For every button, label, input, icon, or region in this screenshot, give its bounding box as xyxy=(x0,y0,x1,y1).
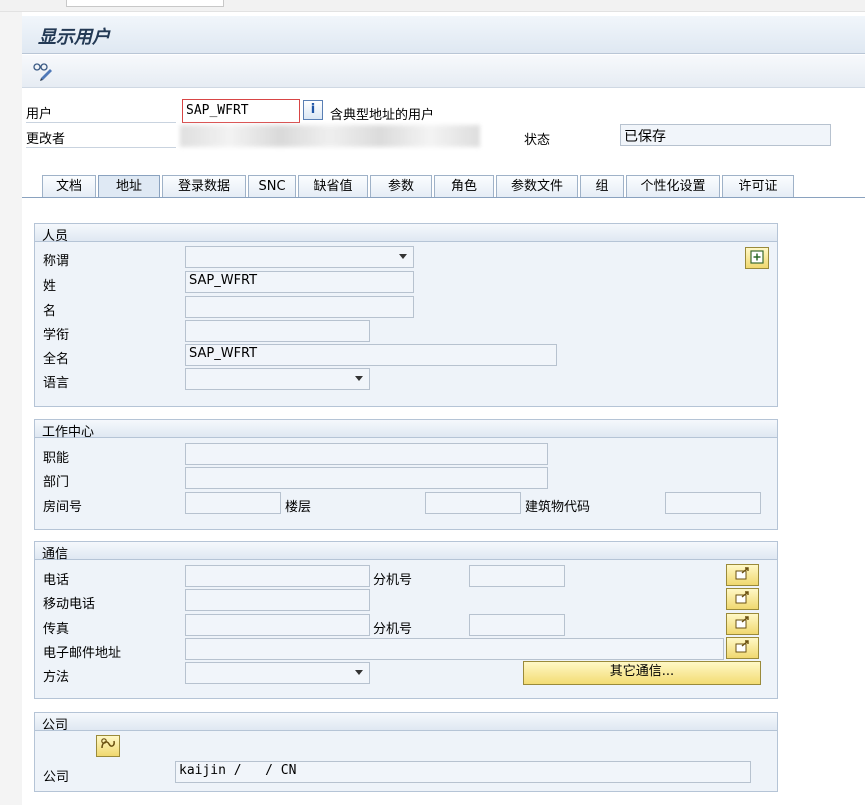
application-toolbar xyxy=(22,55,865,88)
full-name-field: SAP_WFRT xyxy=(185,344,557,366)
first-name-label: 名 xyxy=(43,304,57,319)
page-title: 显示用户 xyxy=(38,27,110,48)
fax-ext-label: 分机号 xyxy=(373,622,413,637)
tab-personalization[interactable]: 个性化设置 xyxy=(626,175,720,198)
method-label: 方法 xyxy=(43,670,70,685)
person-group-header: 人员 xyxy=(35,224,777,244)
department-field[interactable] xyxy=(185,467,548,489)
last-name-label: 姓 xyxy=(43,279,57,294)
tab-groups[interactable]: 组 xyxy=(580,175,624,198)
changed-by-redacted xyxy=(180,125,480,147)
address-tab-content: 人员 称谓 姓 SAP_WFRT 名 学衔 全名 SAP_WFRT 语言 工作中… xyxy=(22,198,865,805)
floor-label: 楼层 xyxy=(285,500,312,515)
work-center-group: 工作中心 职能 部门 房间号 楼层 建筑物代码 xyxy=(34,419,778,530)
tab-documentation[interactable]: 文档 xyxy=(42,175,96,198)
communication-group: 通信 电话 分机号 移动电话 传真 分机号 电子邮件地址 方法 其它通信... xyxy=(34,541,778,699)
top-strip xyxy=(0,0,865,12)
phone-ext-field[interactable] xyxy=(469,565,565,587)
work-center-group-header: 工作中心 xyxy=(35,420,777,440)
left-gutter xyxy=(0,12,22,805)
building-field[interactable] xyxy=(665,492,761,514)
user-description: 含典型地址的用户 xyxy=(330,108,435,123)
tab-snc[interactable]: SNC xyxy=(248,175,296,198)
tab-address[interactable]: 地址 xyxy=(98,175,160,199)
academic-title-label: 学衔 xyxy=(43,328,70,343)
phone-field[interactable] xyxy=(185,565,370,587)
tab-logon-data[interactable]: 登录数据 xyxy=(162,175,246,198)
tab-defaults[interactable]: 缺省值 xyxy=(298,175,368,198)
changed-by-label: 更改者 xyxy=(26,128,176,148)
person-group: 人员 称谓 姓 SAP_WFRT 名 学衔 全名 SAP_WFRT 语言 xyxy=(34,223,778,407)
last-name-field[interactable]: SAP_WFRT xyxy=(185,271,414,293)
fax-more-button[interactable] xyxy=(726,613,759,635)
company-assign-icon[interactable] xyxy=(96,735,120,757)
top-strip-fragment xyxy=(66,0,224,7)
communication-group-header: 通信 xyxy=(35,542,777,562)
floor-field[interactable] xyxy=(425,492,521,514)
function-field[interactable] xyxy=(185,443,548,465)
info-icon[interactable]: i xyxy=(303,100,323,120)
function-label: 职能 xyxy=(43,451,70,466)
display-change-icon[interactable] xyxy=(32,61,54,81)
email-field[interactable] xyxy=(185,638,724,660)
company-field: kaijin / / CN xyxy=(175,761,751,783)
status-label: 状态 xyxy=(524,133,551,148)
tab-strip: 文档 地址 登录数据 SNC 缺省值 参数 角色 参数文件 组 个性化设置 许可… xyxy=(22,175,865,199)
user-header: 用户 SAP_WFRT i 含典型地址的用户 更改者 状态 已保存 xyxy=(22,89,865,175)
other-communication-button[interactable]: 其它通信... xyxy=(523,661,761,685)
tab-licenses[interactable]: 许可证 xyxy=(722,175,794,198)
fax-label: 传真 xyxy=(43,622,70,637)
tab-profiles[interactable]: 参数文件 xyxy=(496,175,578,198)
fax-field[interactable] xyxy=(185,614,370,636)
room-label: 房间号 xyxy=(43,500,83,515)
tab-parameters[interactable]: 参数 xyxy=(370,175,432,198)
mobile-label: 移动电话 xyxy=(43,597,96,612)
full-name-label: 全名 xyxy=(43,352,70,367)
language-label: 语言 xyxy=(43,376,70,391)
company-group: 公司 公司 kaijin / / CN xyxy=(34,712,778,792)
tab-roles[interactable]: 角色 xyxy=(434,175,494,198)
email-more-button[interactable] xyxy=(726,637,759,659)
expand-name-fields-icon[interactable] xyxy=(745,247,769,269)
salutation-dropdown[interactable] xyxy=(185,246,414,268)
department-label: 部门 xyxy=(43,475,70,490)
method-dropdown[interactable] xyxy=(185,662,370,684)
first-name-field[interactable] xyxy=(185,296,414,318)
phone-ext-label: 分机号 xyxy=(373,573,413,588)
language-dropdown[interactable] xyxy=(185,368,370,390)
user-input[interactable]: SAP_WFRT xyxy=(182,99,300,123)
fax-ext-field[interactable] xyxy=(469,614,565,636)
salutation-label: 称谓 xyxy=(43,254,70,269)
phone-more-button[interactable] xyxy=(726,564,759,586)
room-field[interactable] xyxy=(185,492,281,514)
user-label: 用户 xyxy=(26,103,176,123)
status-field: 已保存 xyxy=(620,124,831,146)
mobile-field[interactable] xyxy=(185,589,370,611)
company-label: 公司 xyxy=(43,770,70,785)
building-label: 建筑物代码 xyxy=(525,500,591,515)
phone-label: 电话 xyxy=(43,573,70,588)
mobile-more-button[interactable] xyxy=(726,588,759,610)
email-label: 电子邮件地址 xyxy=(43,646,122,661)
academic-title-field[interactable] xyxy=(185,320,370,342)
title-bar: 显示用户 xyxy=(22,16,865,54)
company-group-header: 公司 xyxy=(35,713,777,733)
